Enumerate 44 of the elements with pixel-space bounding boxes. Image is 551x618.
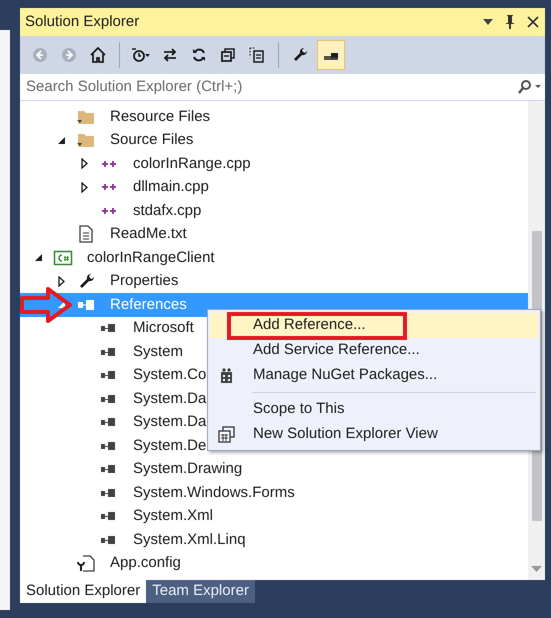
tree-item[interactable]: System.Drawing (133, 458, 242, 480)
tree-item[interactable]: System (133, 340, 184, 363)
plus-plus-icon (101, 183, 117, 192)
tree-item[interactable]: System.Da (133, 411, 206, 434)
windows-icon (218, 426, 235, 443)
tree-item[interactable]: System.Windows.Forms (133, 482, 295, 504)
tree-item[interactable]: Resource Files (110, 106, 210, 128)
collapsed-arrow-icon[interactable] (80, 182, 88, 193)
close-icon[interactable] (527, 16, 539, 28)
tree-item[interactable]: dllmain.cpp (133, 176, 209, 198)
search-icon[interactable] (517, 80, 541, 94)
preview-pane-icon[interactable] (317, 40, 345, 70)
menu-item[interactable]: Manage NuGet Packages... (210, 363, 538, 388)
menu-item[interactable]: Add Reference... (210, 313, 538, 338)
tree-item[interactable]: System.Da (133, 388, 206, 410)
expanded-arrow-icon[interactable] (34, 254, 42, 262)
tree-item[interactable]: colorInRange.cpp (133, 152, 251, 175)
tree-item[interactable]: System.Xml (133, 505, 214, 528)
collapsed-arrow-icon[interactable] (58, 276, 64, 287)
tree-item[interactable]: ReadMe.txt (110, 223, 187, 246)
tab[interactable]: Team Explorer (146, 580, 255, 603)
plus-plus-icon (101, 206, 117, 215)
tree-item[interactable]: System.De (133, 434, 206, 457)
package-icon (218, 367, 235, 384)
menu-item[interactable]: New Solution Explorer View (210, 422, 538, 447)
window-title: Solution Explorer (25, 12, 140, 32)
search-field[interactable]: Search Solution Explorer (Ctrl+;) (26, 76, 517, 98)
tab[interactable]: Solution Explorer (20, 580, 146, 603)
pin-icon[interactable] (505, 15, 515, 29)
tree-item[interactable]: System.Co (133, 364, 206, 386)
dropdown-icon[interactable] (483, 19, 493, 25)
tree-item[interactable]: Properties (110, 270, 178, 292)
menu-item[interactable]: Scope to This (210, 397, 538, 422)
tree-item[interactable]: App.config (110, 552, 181, 574)
expanded-arrow-icon[interactable] (58, 136, 64, 144)
tree-item[interactable]: System.Xml.Linq (133, 528, 246, 551)
plus-plus-icon (101, 160, 117, 168)
tree-item[interactable]: Source Files (110, 129, 194, 152)
collapsed-arrow-icon[interactable] (80, 158, 88, 170)
config-file-icon (76, 553, 96, 574)
tree-item[interactable]: colorInRangeClient (87, 246, 215, 269)
tree-item[interactable]: stdafx.cpp (133, 200, 202, 222)
tree-item[interactable]: Microsoft (133, 317, 194, 340)
menu-item[interactable]: Add Service Reference... (210, 338, 538, 363)
